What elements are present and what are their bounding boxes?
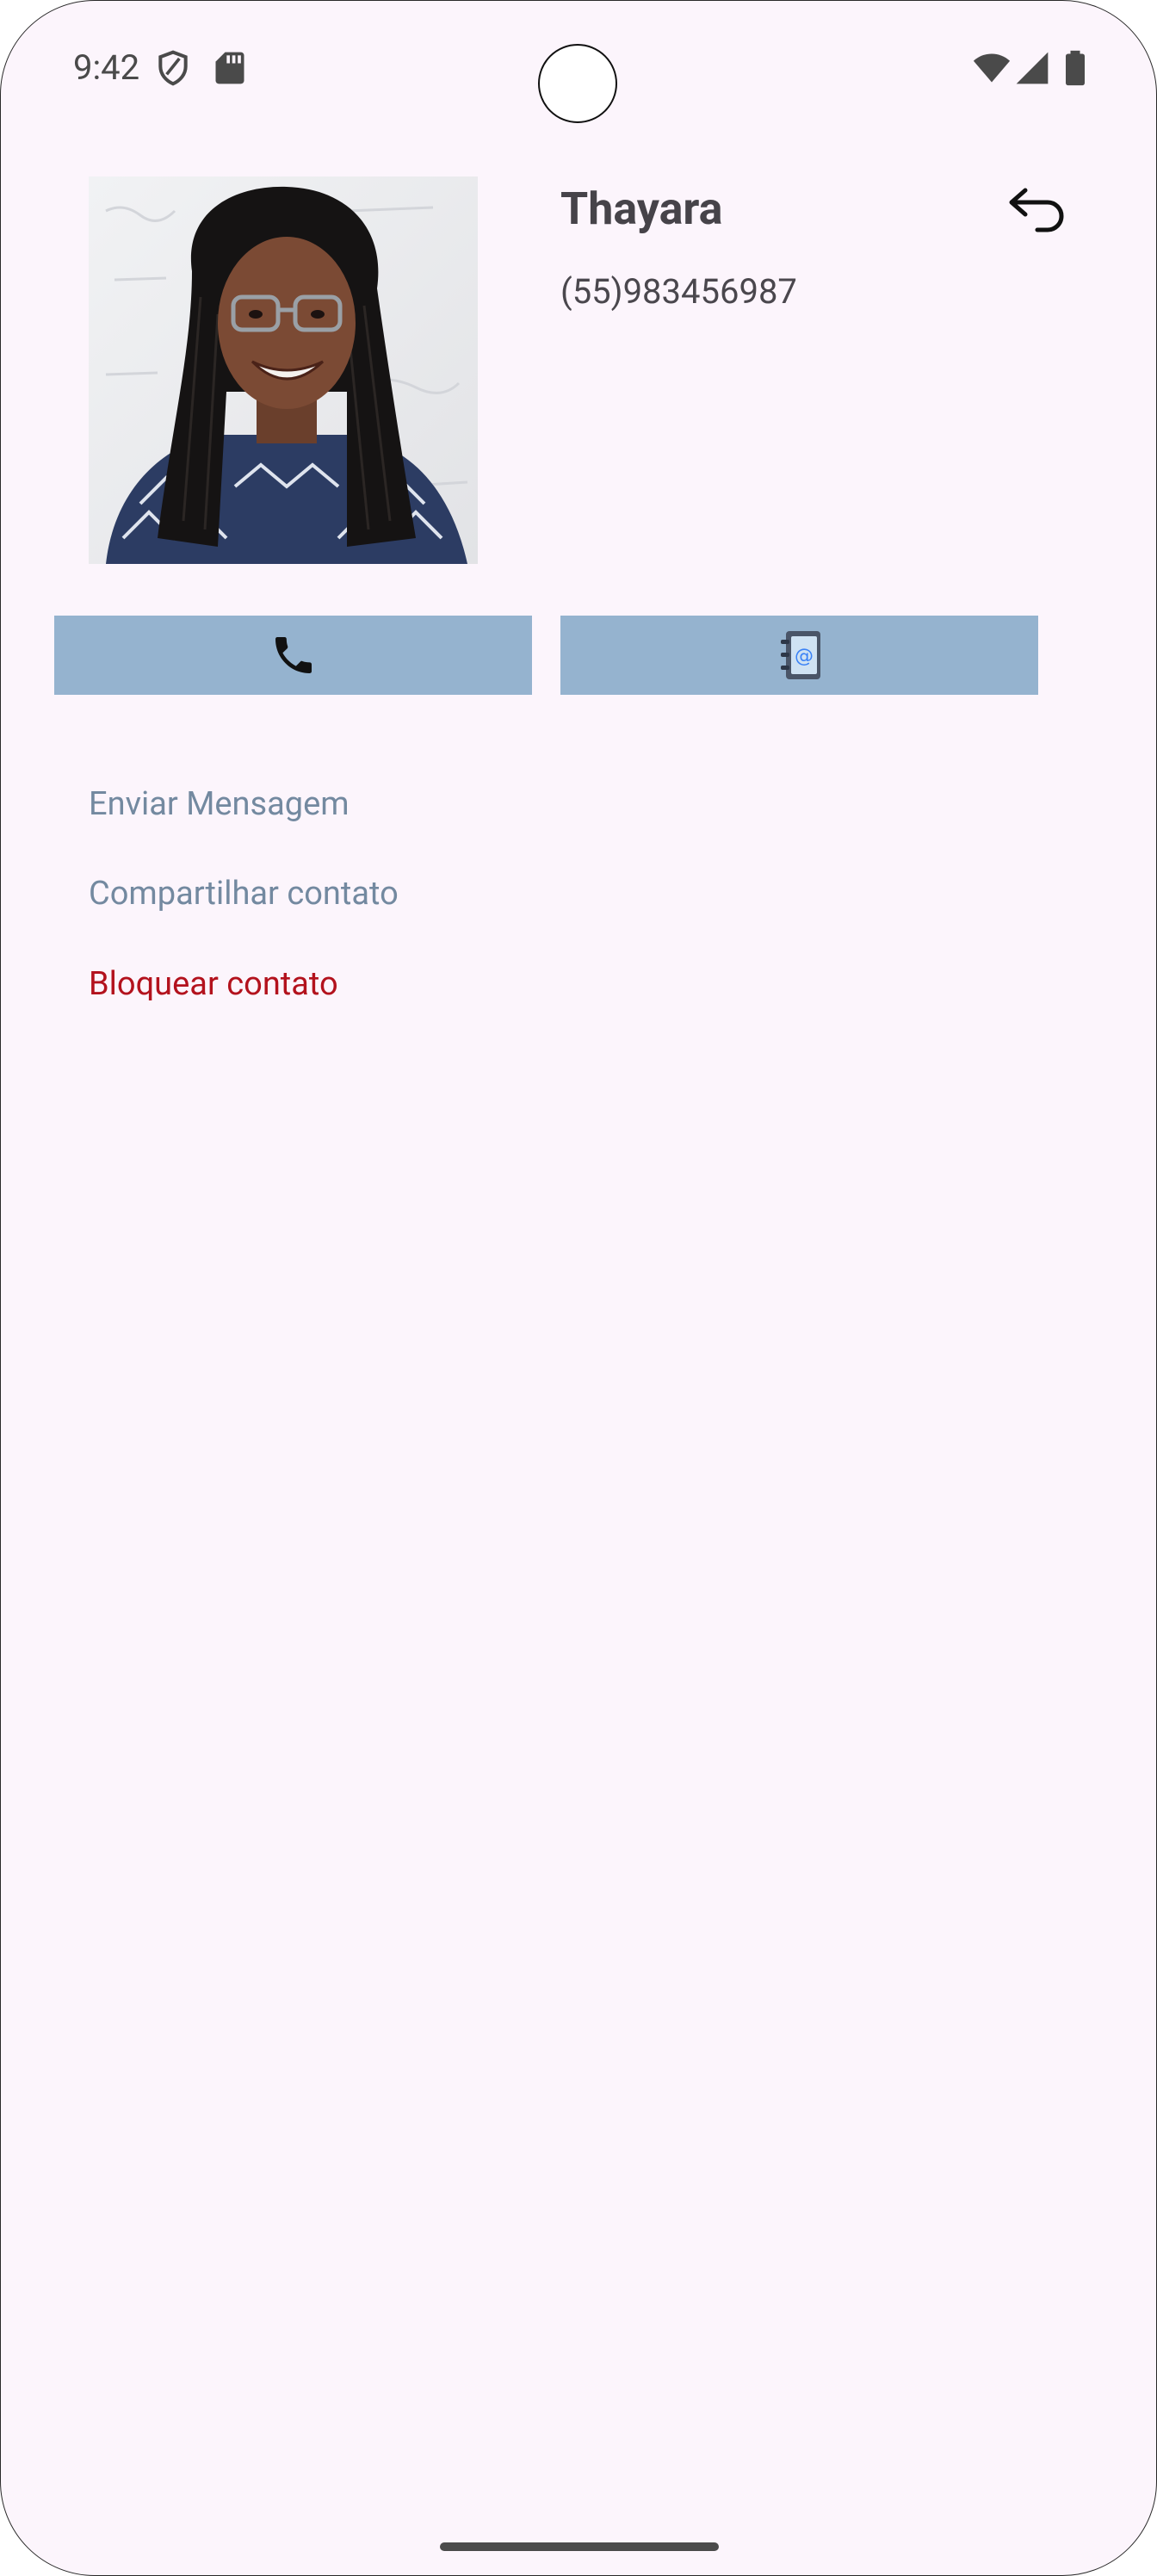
home-indicator[interactable] — [440, 2542, 719, 2551]
signal-icon — [1016, 52, 1049, 84]
battery-icon — [1066, 50, 1085, 86]
sd-card-icon — [215, 52, 244, 84]
send-message-option[interactable]: Enviar Mensagem — [89, 783, 350, 826]
contact-book-icon: @ — [780, 631, 820, 679]
undo-arrow-icon — [1009, 188, 1064, 232]
shield-icon — [158, 50, 188, 86]
contact-book-button[interactable]: @ — [560, 616, 1038, 695]
contact-phone-number: (55)983456987 — [560, 271, 797, 312]
wifi-icon — [973, 53, 1011, 83]
person-portrait — [89, 176, 478, 564]
phone-icon — [275, 637, 312, 673]
svg-text:@: @ — [795, 646, 814, 667]
front-camera — [538, 44, 617, 123]
block-contact-option[interactable]: Bloquear contato — [89, 963, 338, 1000]
contact-name: Thayara — [560, 183, 723, 235]
call-button[interactable] — [54, 616, 532, 695]
back-button[interactable] — [999, 178, 1075, 240]
contact-photo — [89, 176, 478, 564]
status-time: 9:42 — [73, 47, 140, 88]
share-contact-option[interactable]: Compartilhar contato — [89, 872, 399, 915]
phone-screen: 9:42 Thayara (55)983456987 @ Enviar Mens… — [0, 0, 1157, 2576]
